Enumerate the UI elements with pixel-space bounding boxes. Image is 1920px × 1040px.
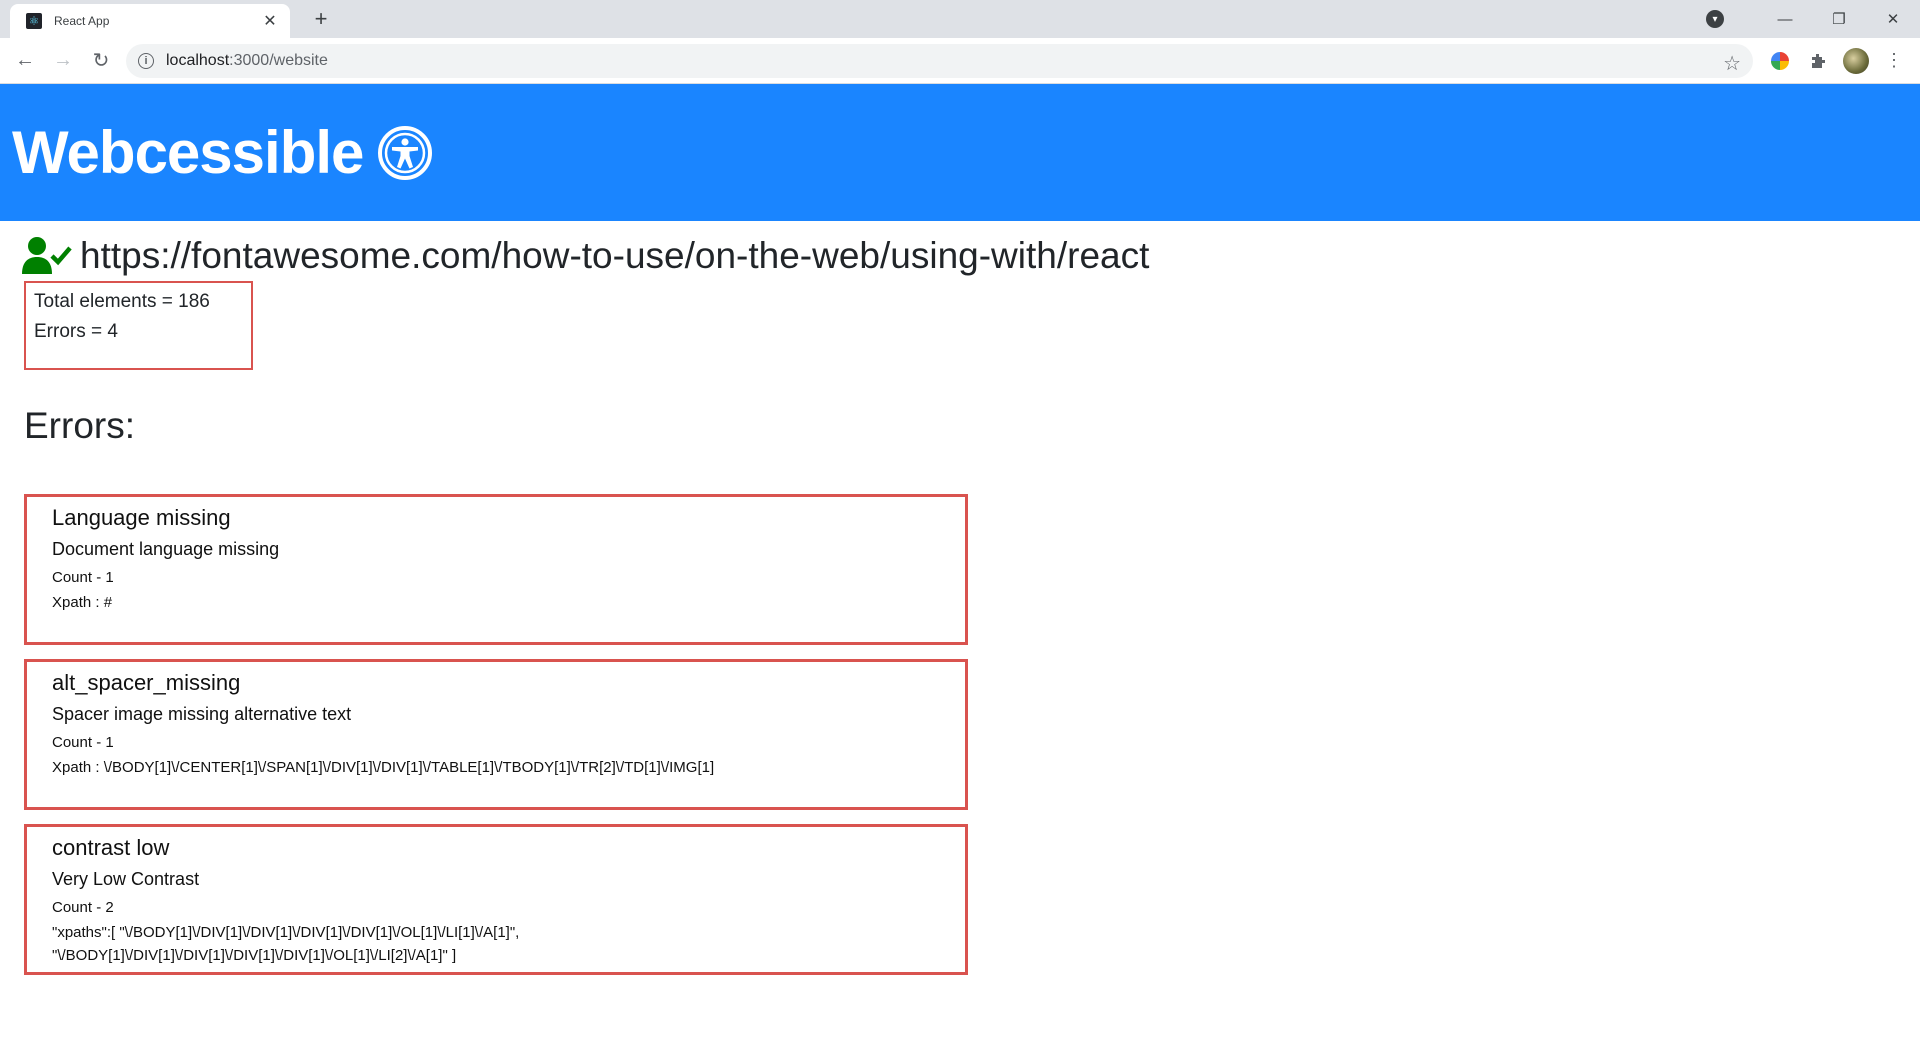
summary-box: Total elements = 186 Errors = 4 <box>24 281 253 370</box>
audited-url: https://fontawesome.com/how-to-use/on-th… <box>80 235 1150 276</box>
error-card: alt_spacer_missing Spacer image missing … <box>24 659 968 810</box>
error-xpath-line-1: "xpaths":[ "\/BODY[1]\/DIV[1]\/DIV[1]\/D… <box>52 924 520 941</box>
error-card: Language missing Document language missi… <box>24 494 968 645</box>
tab-search-icon[interactable]: ▾ <box>1706 10 1724 28</box>
tab-title: React App <box>54 14 110 28</box>
site-info-icon[interactable]: i <box>138 52 154 69</box>
app-header: Webcessible <box>0 84 1920 221</box>
error-count: Count - 2 <box>52 899 114 916</box>
error-title: alt_spacer_missing <box>52 670 241 695</box>
bookmark-star-icon[interactable]: ☆ <box>1723 51 1741 76</box>
error-description: Document language missing <box>52 539 280 559</box>
tab-close-icon[interactable]: ✕ <box>260 11 280 31</box>
new-tab-button[interactable]: + <box>308 6 334 32</box>
address-bar[interactable]: i localhost:3000/website ☆ <box>126 43 1753 78</box>
error-title: contrast low <box>52 835 170 860</box>
restore-icon[interactable]: ❐ <box>1812 0 1866 38</box>
error-xpath: Xpath : # <box>52 594 113 611</box>
profile-avatar[interactable] <box>1839 44 1873 78</box>
window-close-icon[interactable]: ✕ <box>1866 0 1920 38</box>
extensions-puzzle-icon[interactable] <box>1801 44 1835 78</box>
errors-heading: Errors: <box>24 405 135 446</box>
browser-toolbar: ← → ↻ i localhost:3000/website ☆ ⋮ <box>0 38 1920 84</box>
extension-colorful-icon[interactable] <box>1763 44 1797 78</box>
minimize-icon[interactable]: — <box>1758 0 1812 38</box>
total-elements: Total elements = 186 <box>34 291 210 312</box>
error-card: contrast low Very Low Contrast Count - 2… <box>24 824 968 975</box>
error-xpath-line-2: "\/BODY[1]\/DIV[1]\/DIV[1]\/DIV[1]\/DIV[… <box>52 947 457 964</box>
address-url[interactable]: localhost:3000/website <box>166 52 328 70</box>
errors-count: Errors = 4 <box>34 321 118 342</box>
back-icon[interactable]: ← <box>8 44 42 78</box>
user-check-icon <box>22 237 72 274</box>
window-controls: ▾ — ❐ ✕ <box>1706 0 1920 38</box>
menu-kebab-icon[interactable]: ⋮ <box>1877 44 1911 78</box>
browser-tab[interactable]: ⚛ React App ✕ <box>10 4 290 38</box>
error-count: Count - 1 <box>52 569 114 586</box>
react-favicon-icon: ⚛ <box>26 13 42 29</box>
error-title: Language missing <box>52 505 231 530</box>
error-xpath: Xpath : \/BODY[1]\/CENTER[1]\/SPAN[1]\/D… <box>52 759 715 776</box>
app-title: Webcessible <box>12 119 364 186</box>
browser-tabbar: ⚛ React App ✕ + ▾ — ❐ ✕ <box>0 0 1920 38</box>
error-description: Spacer image missing alternative text <box>52 704 352 724</box>
audited-site-line: https://fontawesome.com/how-to-use/on-th… <box>22 229 1920 283</box>
reload-icon[interactable]: ↻ <box>84 44 118 78</box>
url-path: :3000/website <box>229 51 328 69</box>
universal-access-icon <box>378 125 433 180</box>
error-description: Very Low Contrast <box>52 869 200 889</box>
forward-icon[interactable]: → <box>46 44 80 78</box>
url-host: localhost <box>166 51 230 69</box>
error-count: Count - 1 <box>52 734 114 751</box>
